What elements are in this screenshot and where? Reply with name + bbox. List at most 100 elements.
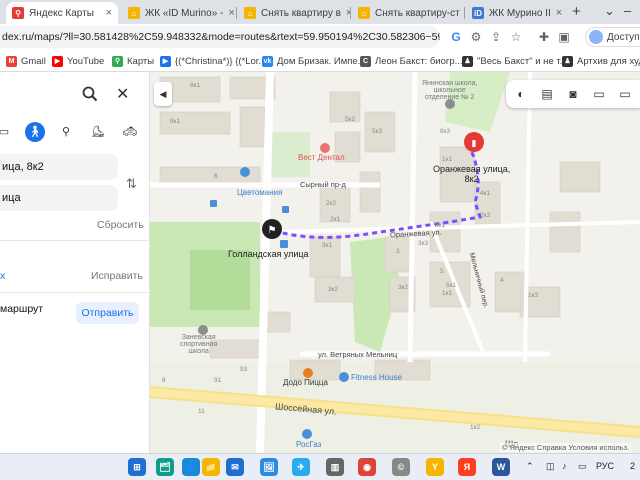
tab-rent-2[interactable]: ⌂ Снять квартиру-ст × xyxy=(352,2,464,24)
taxi-mode-icon[interactable]: 🚕︎ xyxy=(120,122,140,142)
realty-favicon-icon: ⌂ xyxy=(128,7,140,19)
tab-yandex-maps[interactable]: ⚲ Яндекс Карты × xyxy=(6,2,118,24)
bookmark-vk[interactable]: vk Дом Бризак. Импе... xyxy=(262,53,366,69)
bus-stop-icon[interactable] xyxy=(282,206,289,213)
tab-separator xyxy=(236,7,237,19)
file-explorer-icon[interactable]: 📁 xyxy=(202,458,220,476)
bookmark-christina[interactable]: ▶ {(*Christina*)} {(*Lor... xyxy=(160,53,266,69)
route-to-field[interactable]: ица xyxy=(0,185,118,211)
new-tab-button[interactable]: + xyxy=(572,3,581,20)
tab-separator xyxy=(464,7,465,19)
bus-stop-icon[interactable] xyxy=(210,200,217,207)
input-language[interactable]: РУС xyxy=(596,461,614,471)
map-canvas[interactable]: ⚑ ▮ Оранжевая улица, 8к2 Голландская ули… xyxy=(150,72,640,453)
street-label: Сырный пр-д xyxy=(300,180,346,189)
address-bar[interactable]: dex.ru/maps/?ll=30.581428%2C59.948332&mo… xyxy=(0,26,440,48)
bookmark-label: Леон Бакст: биогр... xyxy=(375,55,463,67)
clock[interactable]: 2 xyxy=(630,461,635,471)
edge-icon[interactable]: 🌀 xyxy=(182,458,200,476)
search-icon[interactable] xyxy=(82,86,98,102)
school-label: Янинская школа, школьное отделение № 2 xyxy=(422,80,477,101)
address-text: dex.ru/maps/?ll=30.581428%2C59.948332&mo… xyxy=(2,31,440,43)
bookmarks-bar: M Gmail ▶ YouTube ⚲ Карты ▶ {(*Christina… xyxy=(0,50,640,72)
network-icon[interactable]: ◫ xyxy=(546,461,555,472)
bookmark-star-icon[interactable]: ☆ xyxy=(508,29,524,45)
bus-stop-icon[interactable] xyxy=(280,240,288,248)
transport-bus-icon[interactable]: ▭ xyxy=(590,85,608,103)
house-number: 3к3 xyxy=(418,240,429,247)
close-icon[interactable]: ✕ xyxy=(116,84,129,104)
translate-icon[interactable]: ⚙ xyxy=(468,29,484,45)
send-route-button[interactable]: Отправить xyxy=(76,302,139,324)
widgets-icon[interactable]: 🗂 xyxy=(156,458,174,476)
close-tab-icon[interactable]: × xyxy=(556,7,562,19)
share-icon[interactable]: ⇪ xyxy=(488,29,504,45)
route-to-text: ица xyxy=(2,192,21,204)
tab-id-murino[interactable]: ⌂ ЖК «ID Murino» - × xyxy=(122,2,234,24)
yandex-browser-icon[interactable]: Y xyxy=(426,458,444,476)
route-from-field[interactable]: ица, 8к2 xyxy=(0,154,118,180)
flower-shop-poi-icon[interactable] xyxy=(240,167,250,177)
minimize-icon[interactable]: – xyxy=(624,3,631,18)
house-number: 5 xyxy=(440,268,444,275)
bookmark-youtube[interactable]: ▶ YouTube xyxy=(52,53,104,69)
map-copyright[interactable]: © Яндекс Справка Условия использ. xyxy=(500,443,632,452)
bus-mode-icon[interactable]: ▭ xyxy=(0,122,14,142)
football-field xyxy=(190,250,250,310)
close-tab-icon[interactable]: × xyxy=(228,7,234,19)
tab-murino-2[interactable]: iD ЖК Мурино II × xyxy=(466,2,566,24)
tab-search-chevron-icon[interactable]: ⌄ xyxy=(604,3,615,19)
side-panel-icon[interactable]: ▣ xyxy=(556,29,572,45)
volume-icon[interactable]: ♪ xyxy=(562,461,567,471)
reset-button[interactable]: Сбросить xyxy=(97,219,144,231)
mail-icon[interactable]: ✉ xyxy=(226,458,244,476)
house-number: 2к1 xyxy=(330,216,341,223)
pizza-poi-icon[interactable] xyxy=(303,368,313,378)
gas-poi-icon[interactable] xyxy=(302,429,312,439)
telegram-icon[interactable]: ✈ xyxy=(292,458,310,476)
school-label-line3: отделение № 2 xyxy=(425,94,475,101)
house-number: 1к3 xyxy=(528,292,539,299)
battery-icon[interactable]: ▭ xyxy=(578,461,587,472)
traffic-icon[interactable]: ▭ xyxy=(616,85,634,103)
word-icon[interactable]: W xyxy=(492,458,510,476)
app-icon[interactable]: ▥ xyxy=(326,458,344,476)
fix-route-button[interactable]: Исправить xyxy=(91,270,143,282)
sport-school-line2: спортивная xyxy=(180,341,218,348)
close-tab-icon[interactable]: × xyxy=(106,7,112,19)
bookmark-gmail[interactable]: M Gmail xyxy=(6,53,46,69)
tray-chevron-icon[interactable]: ⌃ xyxy=(526,461,534,472)
tab-rent-1[interactable]: ⌂ Снять квартиру в × xyxy=(238,2,350,24)
bike-mode-icon[interactable]: ⚲ xyxy=(56,122,76,142)
ccleaner-icon[interactable]: © xyxy=(392,458,410,476)
route-option-link[interactable]: х xyxy=(0,270,5,282)
collapse-panel-button[interactable]: ◀ xyxy=(154,82,172,106)
school-label-line2: школьное xyxy=(433,87,466,94)
bookmark-bakst[interactable]: C Леон Бакст: биогр... xyxy=(360,53,463,69)
profile-button[interactable]: Доступно xyxy=(585,27,640,47)
scooter-mode-icon[interactable]: ⛸︎ xyxy=(88,122,108,142)
swap-direction-icon[interactable]: ⇅ xyxy=(126,176,137,192)
house-number: 8к1 xyxy=(190,82,201,89)
bookmark-label: Дом Бризак. Импе... xyxy=(277,55,366,67)
gmail-icon: M xyxy=(6,55,17,67)
fitness-poi-icon[interactable] xyxy=(339,372,349,382)
chrome-icon[interactable]: ◉ xyxy=(358,458,376,476)
video-icon: ▶ xyxy=(160,55,171,67)
flag-icon: ⚑ xyxy=(268,225,277,236)
extensions-puzzle-icon[interactable]: ✚ xyxy=(536,29,552,45)
walk-mode-icon[interactable]: 🚶︎ xyxy=(25,122,45,142)
photos-icon[interactable]: 🖼 xyxy=(260,458,278,476)
bookmark-ves-bakst[interactable]: ♟ "Весь Бакст" и не т... xyxy=(462,53,568,69)
layers-icon[interactable]: ◐ xyxy=(512,85,530,103)
map-book-icon[interactable]: ▤ xyxy=(538,85,556,103)
panorama-camera-icon[interactable]: ◙ xyxy=(564,85,582,103)
dental-poi-icon[interactable] xyxy=(320,143,330,153)
google-lens-icon[interactable]: G xyxy=(448,29,464,45)
yandex-icon[interactable]: Я xyxy=(458,458,476,476)
bookmark-maps[interactable]: ⚲ Карты xyxy=(112,53,154,69)
bookmark-artkhiv[interactable]: ♟ Артхив для худож... xyxy=(562,53,640,69)
pizza-label: Додо Пицца xyxy=(283,378,328,387)
start-address-label: Оранжевая улица, 8к2 xyxy=(433,164,510,184)
start-icon[interactable]: ⊞ xyxy=(128,458,146,476)
